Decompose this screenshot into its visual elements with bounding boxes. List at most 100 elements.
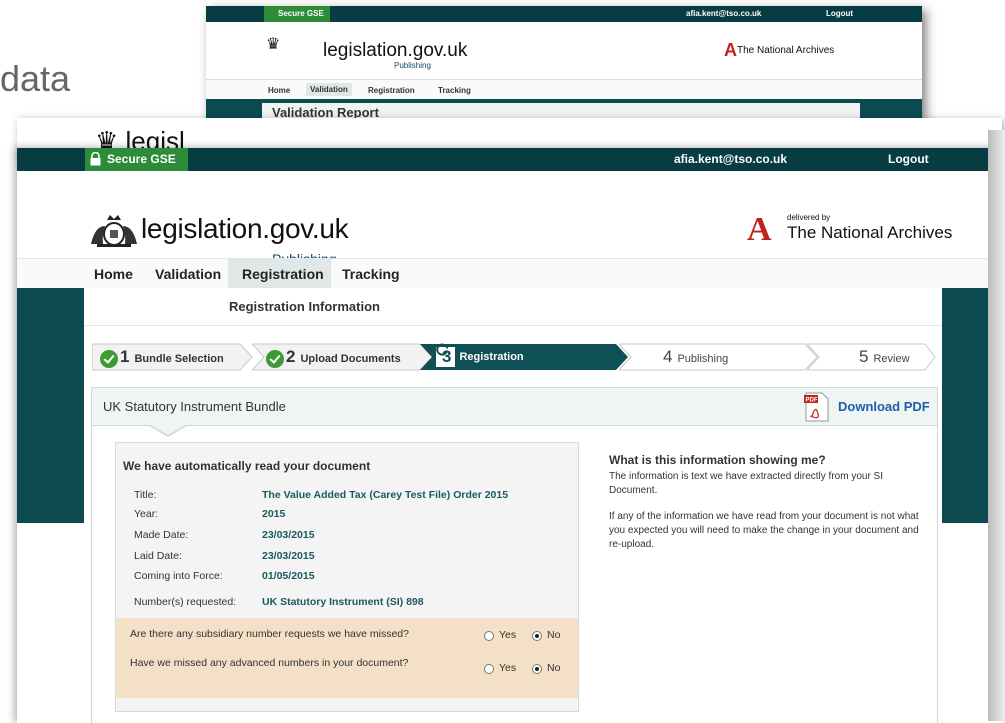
svg-text:PDF: PDF [806, 398, 818, 404]
step-1-label: 1 Bundle Selection [100, 343, 224, 371]
tna-name: The National Archives [787, 223, 953, 242]
step-1-check-icon [100, 350, 118, 369]
user-email: afia.kent@tso.co.uk [674, 152, 788, 166]
bg-crest-icon: ♛ [266, 36, 281, 53]
step-2-text: Upload Documents [300, 353, 401, 365]
help-heading: What is this information showing me? [609, 453, 826, 467]
bg-tna-name: The National Archives [737, 45, 835, 57]
topbar: Secure GSE afia.kent@tso.co.uk Logout [17, 148, 1002, 171]
radio-subsidiary-no[interactable] [532, 631, 542, 641]
main-screenshot: Secure GSE afia.kent@tso.co.uk Logout le… [17, 148, 1002, 723]
radio-subsidiary-yes[interactable] [484, 631, 494, 641]
bg-secure-label: Secure GSE [264, 6, 330, 22]
secure-badge: Secure GSE [85, 148, 188, 171]
bg-header: ♛ legislation.gov.uk Publishing AThe Nati… [206, 22, 922, 79]
tna-mark-icon: A [747, 211, 772, 248]
document-info-box: We have automatically read your document… [115, 442, 579, 712]
step-1-num: 1 [120, 347, 130, 366]
edge-shadow [988, 130, 1005, 721]
field-label-coming-into-force: Coming into Force: [134, 570, 223, 582]
nav-validation[interactable]: Validation [155, 266, 221, 282]
nav-tracking[interactable]: Tracking [342, 266, 400, 282]
step-3-text: Registration [459, 351, 524, 363]
panel-title: Registration Information [84, 288, 942, 326]
field-value-made-date: 23/03/2015 [262, 529, 315, 541]
card-title: UK Statutory Instrument Bundle [103, 399, 286, 414]
bg-logo-text: legislation.gov.uk [323, 40, 468, 62]
field-value-title: The Value Added Tax (Carey Test File) Or… [262, 489, 509, 501]
step-registration[interactable]: 3 Registration [420, 343, 630, 371]
field-value-year: 2015 [262, 508, 286, 520]
field-value-numbers-requested: UK Statutory Instrument (SI) 898 [262, 596, 424, 608]
field-value-coming-into-force: 01/05/2015 [262, 570, 315, 582]
bg-user-email: afia.kent@tso.co.uk [686, 9, 762, 18]
field-label-made-date: Made Date: [134, 529, 189, 541]
main-nav: Home Validation Registration Tracking [17, 258, 1002, 295]
info-heading: We have automatically read your document [123, 459, 371, 473]
bg-nav: Home Validation Registration Tracking [206, 79, 922, 99]
field-label-numbers-requested: Number(s) requested: [134, 596, 237, 608]
radio-advanced-no-label: No [547, 662, 561, 674]
bundle-card: UK Statutory Instrument Bundle PDF Downl… [91, 387, 938, 723]
step-5-num: 5 [859, 347, 869, 366]
step-2-check-icon [266, 350, 284, 369]
bg-nav-home: Home [268, 86, 291, 95]
step-3-badge: 3 [436, 343, 456, 368]
pdf-icon[interactable]: PDF [804, 392, 830, 422]
tna-delivered-by: delivered by [787, 213, 831, 222]
bg-nav-tracking: Tracking [438, 86, 471, 95]
progress-steps: 1 Bundle Selection 2 Upload Documents 3 Re… [92, 343, 942, 371]
nav-registration[interactable]: Registration [242, 266, 324, 282]
step-review[interactable]: 5 Review [807, 343, 937, 371]
royal-crest-icon [91, 214, 137, 247]
nav-home[interactable]: Home [94, 266, 133, 282]
header: legislation.gov.uk Publishing A delivere… [17, 171, 1002, 267]
bg-logo: ♛ legislation.gov.uk [266, 34, 467, 68]
field-label-year: Year: [134, 508, 159, 520]
bg-publishing-label: Publishing [394, 61, 431, 70]
questions-box: Are there any subsidiary number requests… [116, 618, 578, 698]
slide-title: data [0, 58, 71, 99]
radio-advanced-yes-label: Yes [499, 662, 517, 674]
radio-advanced-yes[interactable] [484, 664, 494, 674]
registration-panel: Registration Information 1 Bundle Selecti… [84, 288, 942, 723]
step-3-label: 3 Registration [436, 343, 524, 371]
bg-logout-link: Logout [826, 9, 854, 18]
logo-text: legislation.gov.uk [141, 213, 349, 244]
step-publishing[interactable]: 4 Publishing [619, 343, 819, 371]
step-4-label: 4 Publishing [663, 343, 728, 371]
logout-link[interactable]: Logout [888, 148, 929, 171]
refresh-icon [436, 343, 448, 356]
bg-nav-validation: Validation [306, 83, 352, 96]
radio-subsidiary-yes-label: Yes [499, 629, 517, 641]
radio-advanced-no[interactable] [532, 664, 542, 674]
field-label-laid-date: Laid Date: [134, 550, 182, 562]
site-logo[interactable]: legislation.gov.uk [87, 213, 349, 248]
bg-nav-registration: Registration [368, 86, 415, 95]
step-2-num: 2 [286, 347, 296, 366]
step-bundle-selection[interactable]: 1 Bundle Selection [92, 343, 262, 371]
step-1-text: Bundle Selection [134, 353, 224, 365]
question-subsidiary: Are there any subsidiary number requests… [130, 628, 409, 640]
secure-label: Secure GSE [107, 152, 176, 166]
step-upload-documents[interactable]: 2 Upload Documents [252, 343, 432, 371]
help-panel: What is this information showing me? The… [609, 453, 919, 564]
download-pdf-link[interactable]: Download PDF [838, 399, 930, 414]
step-2-label: 2 Upload Documents [266, 343, 401, 371]
help-paragraph-2: If any of the information we have read f… [609, 511, 919, 550]
step-5-label: 5 Review [859, 343, 910, 371]
card-notch [148, 424, 188, 437]
field-value-laid-date: 23/03/2015 [262, 550, 315, 562]
help-paragraph-1: The information is text we have extracte… [609, 471, 883, 496]
step-5-text: Review [873, 353, 910, 365]
card-header: UK Statutory Instrument Bundle PDF Downl… [92, 388, 937, 426]
radio-subsidiary-no-label: No [547, 629, 561, 641]
question-advanced: Have we missed any advanced numbers in y… [130, 657, 409, 669]
step-4-num: 4 [663, 347, 673, 366]
bg-tna-mark-icon: A [724, 40, 737, 60]
bg-topbar: Secure GSE afia.kent@tso.co.uk Logout [206, 6, 922, 22]
lock-icon [90, 152, 101, 166]
step-4-text: Publishing [677, 353, 729, 365]
bg-tna-logo: AThe National Archives [724, 40, 834, 61]
field-label-title: Title: [134, 489, 157, 501]
